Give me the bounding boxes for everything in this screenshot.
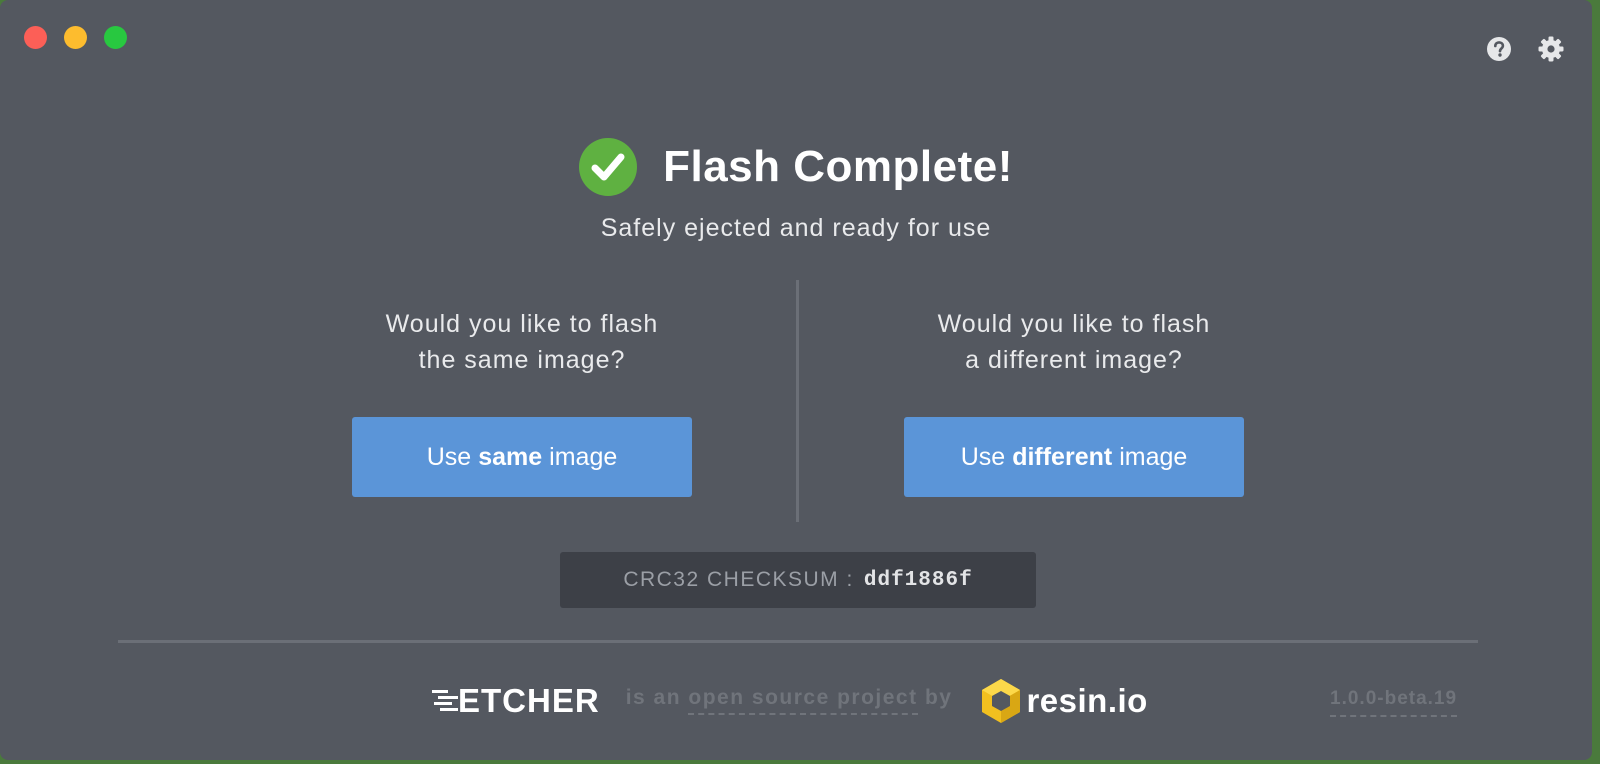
version-link[interactable]: 1.0.0-beta.19	[1330, 688, 1458, 717]
zoom-window-button[interactable]	[104, 26, 127, 49]
gear-icon[interactable]	[1538, 36, 1564, 62]
footer-tagline: is an open source project by	[626, 686, 953, 716]
success-check-icon	[579, 138, 638, 196]
checksum-value: ddf1886f	[863, 568, 973, 592]
etcher-window: Flash Complete! Safely ejected and ready…	[0, 0, 1592, 760]
footer: ETCHER is an open source project by resi…	[432, 678, 1148, 724]
different-image-section: Would you like to flash a different imag…	[904, 306, 1244, 497]
same-image-section: Would you like to flash the same image? …	[352, 306, 692, 497]
window-controls	[24, 26, 127, 49]
toolbar	[1486, 36, 1564, 62]
checksum-label: CRC32 CHECKSUM :	[623, 568, 854, 591]
different-image-question: Would you like to flash a different imag…	[937, 310, 1211, 374]
etcher-speed-lines-icon	[432, 690, 458, 711]
checksum-box: CRC32 CHECKSUM : ddf1886f	[560, 552, 1036, 608]
close-window-button[interactable]	[24, 26, 47, 49]
minimize-window-button[interactable]	[64, 26, 87, 49]
page-title: Flash Complete!	[663, 142, 1013, 191]
etcher-logo[interactable]: ETCHER	[432, 682, 600, 720]
status-header: Flash Complete!	[0, 138, 1592, 196]
status-subtitle: Safely ejected and ready for use	[600, 214, 992, 242]
resin-cube-icon	[982, 679, 1021, 723]
same-image-question: Would you like to flash the same image?	[385, 310, 659, 374]
help-icon[interactable]	[1486, 36, 1512, 62]
etcher-brand: ETCHER	[458, 682, 600, 719]
open-source-link[interactable]: open source project	[688, 686, 918, 715]
footer-divider	[118, 640, 1478, 643]
use-same-image-button[interactable]: Use same image	[352, 417, 692, 497]
resin-brand: resin.io	[1026, 682, 1148, 719]
resin-logo[interactable]: resin.io	[980, 678, 1147, 724]
section-divider	[796, 280, 799, 522]
use-different-image-button[interactable]: Use different image	[904, 417, 1244, 497]
